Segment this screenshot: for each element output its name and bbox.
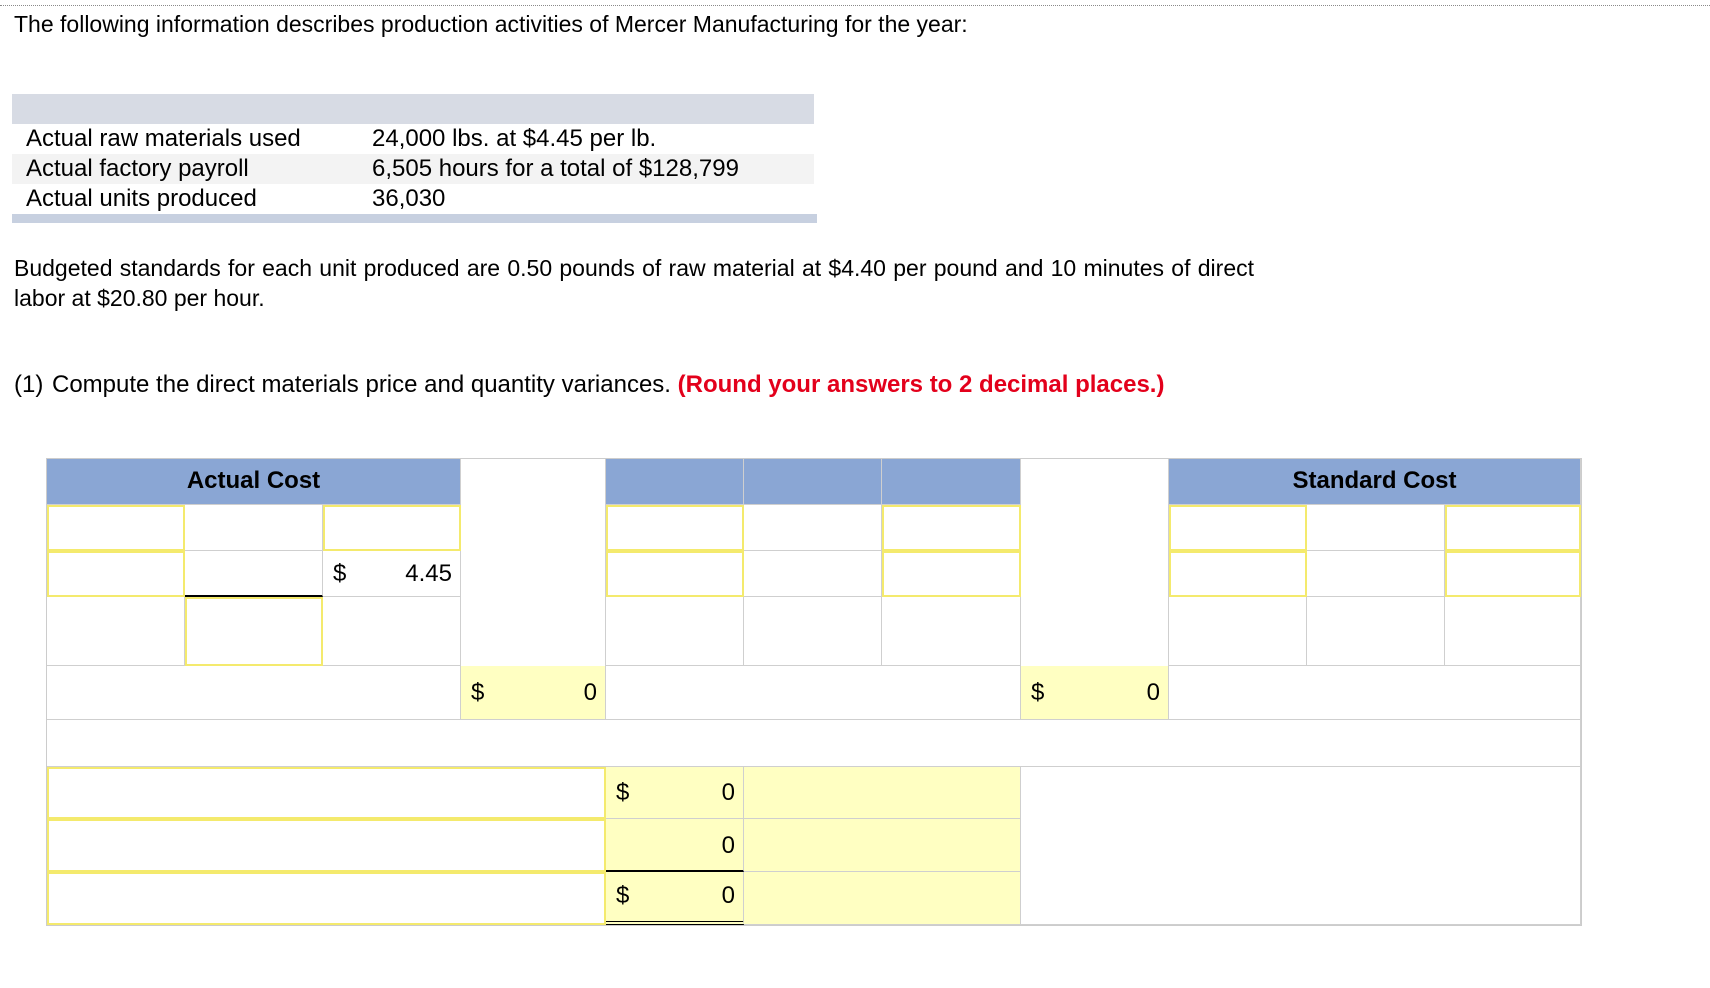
actual-quantity-label-input[interactable] xyxy=(47,505,185,551)
summary-label-input-3[interactable] xyxy=(47,872,606,925)
actual-row3-blank-2 xyxy=(323,597,461,666)
info-table-header xyxy=(12,94,814,124)
summary-label-input-1[interactable] xyxy=(47,767,606,819)
top-divider xyxy=(0,5,1710,6)
summary-right-blank xyxy=(1021,767,1581,925)
standard-price-label-input[interactable] xyxy=(1445,505,1581,551)
question-text: Compute the direct materials price and q… xyxy=(52,371,671,398)
rounding-instruction: (Round your answers to 2 decimal places.… xyxy=(677,371,1165,398)
middle-blank-cell xyxy=(744,505,882,551)
currency-symbol: $ xyxy=(471,679,485,706)
standard-cost-header: Standard Cost xyxy=(1169,459,1581,505)
middle-multiply-cell xyxy=(744,551,882,597)
actual-cost-total-input[interactable] xyxy=(185,597,323,666)
summary-label-input-2[interactable] xyxy=(47,819,606,872)
summary-value: 0 xyxy=(721,832,735,859)
middle-header-3 xyxy=(882,459,1021,505)
currency-symbol: $ xyxy=(616,882,630,909)
price-variance-output: $ 0 xyxy=(461,666,606,720)
currency-symbol: $ xyxy=(616,779,630,806)
intro-text: The following information describes prod… xyxy=(14,11,968,37)
standard-blank-cell xyxy=(1307,505,1445,551)
spacer-column-2 xyxy=(1021,459,1169,674)
spacer-column-1 xyxy=(461,459,606,674)
summary-value-3: $ 0 xyxy=(606,872,744,925)
standard-row3-blank-3 xyxy=(1445,597,1581,666)
question-body: Compute the direct materials price and q… xyxy=(52,369,1266,400)
summary-fav-unfav-2[interactable] xyxy=(744,819,1021,872)
price-variance-value: 0 xyxy=(583,679,597,706)
actual-price-label-input[interactable] xyxy=(323,505,461,551)
info-value: 6,505 hours for a total of $128,799 xyxy=(372,155,739,182)
actual-price-value: 4.45 xyxy=(405,560,452,587)
info-row-units-produced: Actual units produced 36,030 xyxy=(12,184,814,214)
summary-fav-unfav-1[interactable] xyxy=(744,767,1021,819)
summary-value: 0 xyxy=(721,779,735,806)
standard-quantity-input[interactable] xyxy=(1169,551,1307,597)
standard-row3-blank-2 xyxy=(1307,597,1445,666)
middle-label-input-2[interactable] xyxy=(882,505,1021,551)
middle-quantity-input[interactable] xyxy=(606,551,744,597)
middle-price-input[interactable] xyxy=(882,551,1021,597)
summary-value: 0 xyxy=(721,882,735,909)
actual-blank-cell xyxy=(185,505,323,551)
budget-standards-text: Budgeted standards for each unit produce… xyxy=(14,255,1254,311)
info-row-raw-materials: Actual raw materials used 24,000 lbs. at… xyxy=(12,124,814,154)
actual-quantity-input[interactable] xyxy=(47,551,185,597)
actual-row3-blank-1 xyxy=(47,597,185,666)
summary-fav-unfav-3[interactable] xyxy=(744,872,1021,925)
actual-multiply-cell xyxy=(185,551,323,597)
summary-value-1: $ 0 xyxy=(606,767,744,819)
middle-row3-blank-1 xyxy=(606,597,744,666)
standard-price-input[interactable] xyxy=(1445,551,1581,597)
info-label: Actual units produced xyxy=(26,185,257,212)
currency-symbol: $ xyxy=(1031,679,1045,706)
info-value: 24,000 lbs. at $4.45 per lb. xyxy=(372,125,657,152)
info-value: 36,030 xyxy=(372,185,446,212)
actual-price-cell: $ 4.45 xyxy=(323,551,461,597)
variance-row-right-blank xyxy=(1169,666,1581,720)
summary-value-2: 0 xyxy=(606,819,744,872)
standard-row3-blank-1 xyxy=(1169,597,1307,666)
middle-label-input-1[interactable] xyxy=(606,505,744,551)
variance-worksheet: Actual Cost Standard Cost $ 4.45 $ 0 $ 0 xyxy=(46,458,1582,926)
question-number: (1) xyxy=(14,371,44,398)
actual-cost-header: Actual Cost xyxy=(47,459,461,505)
info-label: Actual factory payroll xyxy=(26,155,249,182)
variance-row-left-blank xyxy=(47,666,461,720)
info-label: Actual raw materials used xyxy=(26,125,301,152)
standard-quantity-label-input[interactable] xyxy=(1169,505,1307,551)
middle-row3-blank-2 xyxy=(744,597,882,666)
standard-multiply-cell xyxy=(1307,551,1445,597)
currency-symbol: $ xyxy=(333,560,347,587)
info-table-footer xyxy=(12,214,817,223)
middle-header-1 xyxy=(606,459,744,505)
quantity-variance-output: $ 0 xyxy=(1021,666,1169,720)
middle-row3-blank-3 xyxy=(882,597,1021,666)
info-row-factory-payroll: Actual factory payroll 6,505 hours for a… xyxy=(12,154,814,184)
variance-row-middle-blank xyxy=(606,666,1021,720)
quantity-variance-value: 0 xyxy=(1146,679,1160,706)
spacer-row xyxy=(47,720,1581,767)
middle-header-2 xyxy=(744,459,882,505)
